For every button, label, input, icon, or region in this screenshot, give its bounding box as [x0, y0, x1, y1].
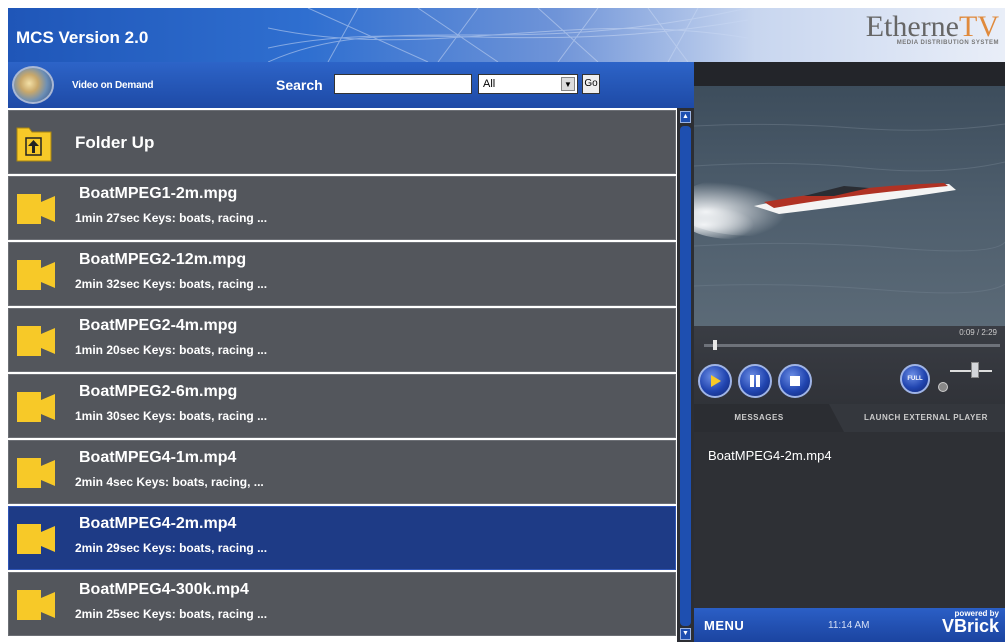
volume-slider-knob[interactable] [971, 362, 980, 378]
folder-up-icon [16, 127, 52, 162]
list-item-meta: 1min 20sec Keys: boats, racing ... [75, 343, 268, 357]
list-scrollbar[interactable]: ▲ ▼ [677, 108, 694, 642]
list-item-selected[interactable]: BoatMPEG4-2m.mp4 2min 29sec Keys: boats,… [8, 506, 676, 570]
list-item-meta: 2min 29sec Keys: boats, racing ... [75, 541, 268, 555]
list-item-name: Folder Up [75, 133, 155, 152]
library-panel: Video on Demand Search All ▼ Go Folder U… [8, 62, 694, 642]
brand-logo: EtherneTV MEDIA DISTRIBUTION SYSTEM [866, 10, 999, 46]
app-title: MCS Version 2.0 [16, 28, 149, 47]
section-label: Video on Demand [72, 80, 154, 91]
playback-time: 0:09 / 2:29 [959, 328, 997, 337]
video-camera-icon [17, 392, 55, 422]
tab-launch-external-player[interactable]: LAUNCH EXTERNAL PLAYER [844, 404, 1005, 432]
list-item-meta: 2min 4sec Keys: boats, racing, ... [75, 475, 264, 489]
list-item[interactable]: BoatMPEG2-12m.mpg 2min 32sec Keys: boats… [8, 242, 676, 306]
list-item-meta: 2min 25sec Keys: boats, racing ... [75, 607, 268, 621]
play-icon [711, 375, 721, 387]
list-item-name: BoatMPEG4-1m.mp4 [79, 449, 237, 466]
powered-by-logo: powered by VBrick [942, 609, 999, 637]
scroll-down-icon[interactable]: ▼ [680, 628, 691, 640]
search-toolbar: Video on Demand Search All ▼ Go [8, 62, 694, 108]
video-camera-icon [17, 524, 55, 554]
play-button[interactable] [698, 364, 732, 398]
video-camera-icon [17, 194, 55, 224]
list-item-name: BoatMPEG2-4m.mpg [79, 317, 238, 334]
header-decoration [268, 8, 748, 62]
filter-select[interactable]: All ▼ [478, 74, 578, 94]
fullscreen-button[interactable]: FULL [900, 364, 930, 394]
list-item[interactable]: BoatMPEG2-4m.mpg 1min 20sec Keys: boats,… [8, 308, 676, 372]
file-list: Folder Up BoatMPEG1-2m.mpg 1min 27sec Ke… [8, 108, 676, 642]
video-viewport[interactable] [694, 86, 1005, 326]
list-item-name: BoatMPEG2-12m.mpg [79, 251, 247, 268]
list-item-name: BoatMPEG4-2m.mp4 [79, 515, 237, 532]
pause-icon [750, 375, 760, 387]
list-item-name: BoatMPEG1-2m.mpg [79, 185, 238, 202]
messages-panel: BoatMPEG4-2m.mp4 [694, 432, 1005, 608]
stop-icon [790, 376, 800, 386]
list-item-meta: 2min 32sec Keys: boats, racing ... [75, 277, 268, 291]
pause-button[interactable] [738, 364, 772, 398]
list-item[interactable]: BoatMPEG2-6m.mpg 1min 30sec Keys: boats,… [8, 374, 676, 438]
progress-track[interactable] [704, 344, 1000, 347]
scroll-thumb[interactable] [680, 126, 691, 626]
scroll-up-icon[interactable]: ▲ [680, 111, 691, 123]
list-item-name: BoatMPEG4-300k.mp4 [79, 581, 249, 598]
filter-selected-value: All [483, 78, 496, 90]
progress-thumb[interactable] [712, 340, 717, 350]
video-camera-icon [17, 458, 55, 488]
video-camera-icon [17, 260, 55, 290]
list-item-meta: 1min 27sec Keys: boats, racing ... [75, 211, 268, 225]
list-item[interactable]: BoatMPEG4-300k.mp4 2min 25sec Keys: boat… [8, 572, 676, 636]
list-item[interactable]: BoatMPEG1-2m.mpg 1min 27sec Keys: boats,… [8, 176, 676, 240]
video-camera-icon [17, 326, 55, 356]
list-item[interactable]: BoatMPEG4-1m.mp4 2min 4sec Keys: boats, … [8, 440, 676, 504]
video-frame-image [694, 86, 1005, 326]
go-button[interactable]: Go [582, 74, 600, 94]
header-bar: MCS Version 2.0 EtherneTV MEDIA DISTRIBU… [8, 8, 1005, 62]
volume-icon[interactable] [938, 382, 948, 392]
search-input[interactable] [334, 74, 472, 94]
app-window: MCS Version 2.0 EtherneTV MEDIA DISTRIBU… [8, 8, 1005, 642]
video-camera-icon [17, 590, 55, 620]
message-text: BoatMPEG4-2m.mp4 [708, 448, 832, 463]
brand-name: EtherneTV [865, 10, 999, 43]
vbrick-logo: VBrick [941, 616, 999, 636]
tab-messages[interactable]: MESSAGES [694, 404, 844, 432]
list-item-folder-up[interactable]: Folder Up [8, 110, 676, 174]
video-on-demand-icon [12, 66, 54, 104]
player-panel: 0:09 / 2:29 FULL MESSAGES LAUNCH EXTERNA… [694, 62, 1005, 642]
stop-button[interactable] [778, 364, 812, 398]
player-tabs: MESSAGES LAUNCH EXTERNAL PLAYER [694, 404, 1005, 432]
footer-bar: MENU 11:14 AM powered by VBrick [694, 608, 1005, 642]
search-label: Search [276, 77, 323, 93]
list-item-meta: 1min 30sec Keys: boats, racing ... [75, 409, 268, 423]
chevron-down-icon[interactable]: ▼ [561, 77, 575, 91]
clock: 11:14 AM [828, 620, 870, 631]
menu-button[interactable]: MENU [704, 618, 744, 633]
video-top-bar [694, 62, 1005, 86]
list-item-name: BoatMPEG2-6m.mpg [79, 383, 238, 400]
